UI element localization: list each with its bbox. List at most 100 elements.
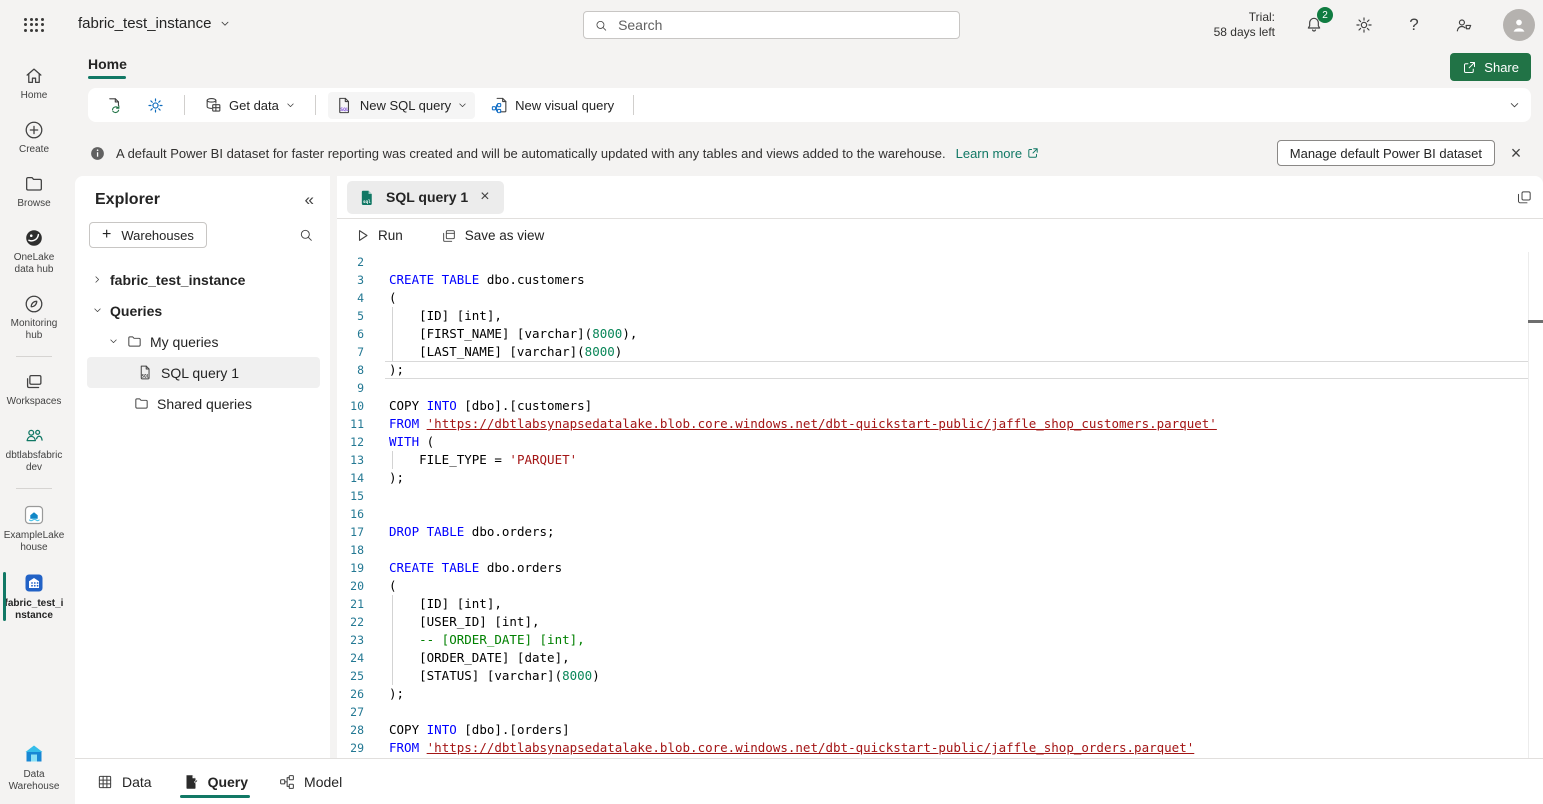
nav-item-home[interactable]: Home	[0, 60, 68, 107]
code-line-10[interactable]: 10COPY INTO [dbo].[customers]	[337, 397, 1543, 415]
nav-item-dbtlabsfabricdev[interactable]: dbtlabsfabricdev	[0, 420, 68, 479]
code-line-26[interactable]: 26);	[337, 685, 1543, 703]
view-tab-model[interactable]: Model	[278, 759, 342, 804]
nav-item-fabric-test-instance[interactable]: fabric_test_instance	[0, 566, 68, 627]
left-nav-rail: Home Create Browse OneLake data hub Moni…	[0, 50, 68, 804]
run-icon	[355, 228, 370, 243]
code-line-7[interactable]: 7 [LAST_NAME] [varchar](8000)	[337, 343, 1543, 361]
account-avatar[interactable]	[1503, 9, 1535, 41]
svg-text:SQL: SQL	[340, 107, 349, 113]
refresh-dataset-button[interactable]	[98, 92, 131, 119]
global-search[interactable]	[583, 11, 960, 39]
help-button[interactable]: ?	[1403, 14, 1425, 36]
code-line-29[interactable]: 29FROM 'https://dbtlabsynapsedatalake.bl…	[337, 739, 1543, 757]
onelake-icon	[23, 227, 45, 249]
code-line-21[interactable]: 21 [ID] [int],	[337, 595, 1543, 613]
collapse-pane-icon[interactable]: «	[305, 190, 314, 210]
line-number: 27	[337, 703, 364, 721]
search-input[interactable]	[616, 16, 949, 34]
gear-icon	[1354, 15, 1374, 35]
code-line-24[interactable]: 24 [ORDER_DATE] [date],	[337, 649, 1543, 667]
sql-file-icon: SQL	[335, 96, 354, 115]
code-line-27[interactable]: 27	[337, 703, 1543, 721]
tree-node-warehouse[interactable]: fabric_test_instance	[75, 264, 326, 295]
toolbar-expand-button[interactable]	[1508, 99, 1521, 112]
editor-overview-ruler[interactable]	[1528, 252, 1543, 758]
code-line-23[interactable]: 23 -- [ORDER_DATE] [int],	[337, 631, 1543, 649]
new-sql-query-button[interactable]: SQL New SQL query	[328, 92, 475, 119]
code-line-6[interactable]: 6 [FIRST_NAME] [varchar](8000),	[337, 325, 1543, 343]
nav-divider	[16, 488, 52, 489]
tab-sql-query-1[interactable]: sql SQL query 1 ×	[347, 181, 504, 214]
tab-close-icon[interactable]: ×	[478, 188, 491, 206]
chevron-right-icon	[92, 274, 103, 285]
code-line-8[interactable]: 8);	[337, 361, 1543, 379]
cursor-position-mark	[1528, 320, 1543, 323]
code-line-15[interactable]: 15	[337, 487, 1543, 505]
notifications-button[interactable]: 2	[1303, 14, 1325, 36]
line-number: 26	[337, 685, 364, 703]
line-number: 21	[337, 595, 364, 613]
code-line-28[interactable]: 28COPY INTO [dbo].[orders]	[337, 721, 1543, 739]
get-data-button[interactable]: Get data	[197, 92, 303, 119]
code-line-13[interactable]: 13 FILE_TYPE = 'PARQUET'	[337, 451, 1543, 469]
active-tab-underline	[88, 76, 126, 79]
chevron-down-icon	[92, 305, 103, 316]
chevron-down-icon	[285, 100, 296, 111]
tree-node-sql-query-1[interactable]: SQL SQL query 1	[87, 357, 320, 388]
tree-node-queries[interactable]: Queries	[75, 295, 326, 326]
query-tab-bar: sql SQL query 1 ×	[337, 176, 1543, 219]
share-button[interactable]: Share	[1450, 53, 1531, 81]
nav-item-workspaces[interactable]: Workspaces	[0, 366, 68, 413]
nav-item-monitoring-hub[interactable]: Monitoring hub	[0, 288, 68, 347]
sql-code-editor[interactable]: 23CREATE TABLE dbo.customers4(5 [ID] [in…	[337, 252, 1543, 758]
run-button[interactable]: Run	[349, 227, 409, 244]
code-line-9[interactable]: 9	[337, 379, 1543, 397]
code-line-4[interactable]: 4(	[337, 289, 1543, 307]
code-line-12[interactable]: 12WITH (	[337, 433, 1543, 451]
warehouse-settings-button[interactable]	[139, 92, 172, 119]
manage-default-dataset-button[interactable]: Manage default Power BI dataset	[1277, 140, 1495, 166]
save-as-view-button[interactable]: Save as view	[435, 227, 551, 245]
line-number: 16	[337, 505, 364, 523]
banner-close-button[interactable]: ×	[1505, 142, 1527, 164]
person-icon	[1509, 15, 1529, 35]
code-line-22[interactable]: 22 [USER_ID] [int],	[337, 613, 1543, 631]
code-line-14[interactable]: 14);	[337, 469, 1543, 487]
workspace-switcher[interactable]: fabric_test_instance	[78, 15, 231, 32]
explorer-search-icon[interactable]	[298, 227, 314, 243]
nav-item-browse[interactable]: Browse	[0, 168, 68, 215]
line-number: 22	[337, 613, 364, 631]
browse-folder-icon	[23, 173, 45, 195]
code-lines: 23CREATE TABLE dbo.customers4(5 [ID] [in…	[337, 253, 1543, 757]
nav-item-examplelakehouse[interactable]: ExampleLakehouse	[0, 498, 68, 559]
code-line-5[interactable]: 5 [ID] [int],	[337, 307, 1543, 325]
add-warehouse-button[interactable]: + Warehouses	[89, 222, 207, 248]
new-visual-query-button[interactable]: New visual query	[483, 92, 621, 119]
code-line-25[interactable]: 25 [STATUS] [varchar](8000)	[337, 667, 1543, 685]
tree-node-shared-queries[interactable]: Shared queries	[75, 388, 326, 419]
code-line-19[interactable]: 19CREATE TABLE dbo.orders	[337, 559, 1543, 577]
app-launcher-icon[interactable]	[24, 18, 44, 32]
settings-button[interactable]	[1353, 14, 1375, 36]
line-number: 29	[337, 739, 364, 757]
nav-item-data-warehouse[interactable]: Data Warehouse	[0, 737, 68, 798]
line-number: 24	[337, 649, 364, 667]
nav-item-create[interactable]: Create	[0, 114, 68, 161]
learn-more-link[interactable]: Learn more	[956, 146, 1040, 161]
code-line-2[interactable]: 2	[337, 253, 1543, 271]
code-line-18[interactable]: 18	[337, 541, 1543, 559]
view-tab-query[interactable]: Query	[182, 759, 248, 804]
code-line-17[interactable]: 17DROP TABLE dbo.orders;	[337, 523, 1543, 541]
view-tab-data[interactable]: Data	[96, 759, 152, 804]
nav-item-onelake-data-hub[interactable]: OneLake data hub	[0, 222, 68, 281]
line-number: 5	[337, 307, 364, 325]
code-line-3[interactable]: 3CREATE TABLE dbo.customers	[337, 271, 1543, 289]
code-line-11[interactable]: 11FROM 'https://dbtlabsynapsedatalake.bl…	[337, 415, 1543, 433]
code-line-20[interactable]: 20(	[337, 577, 1543, 595]
tree-node-my-queries[interactable]: My queries	[75, 326, 326, 357]
copy-button[interactable]	[1516, 189, 1533, 206]
code-line-16[interactable]: 16	[337, 505, 1543, 523]
feedback-button[interactable]	[1453, 14, 1475, 36]
tab-home[interactable]: Home	[88, 56, 127, 79]
